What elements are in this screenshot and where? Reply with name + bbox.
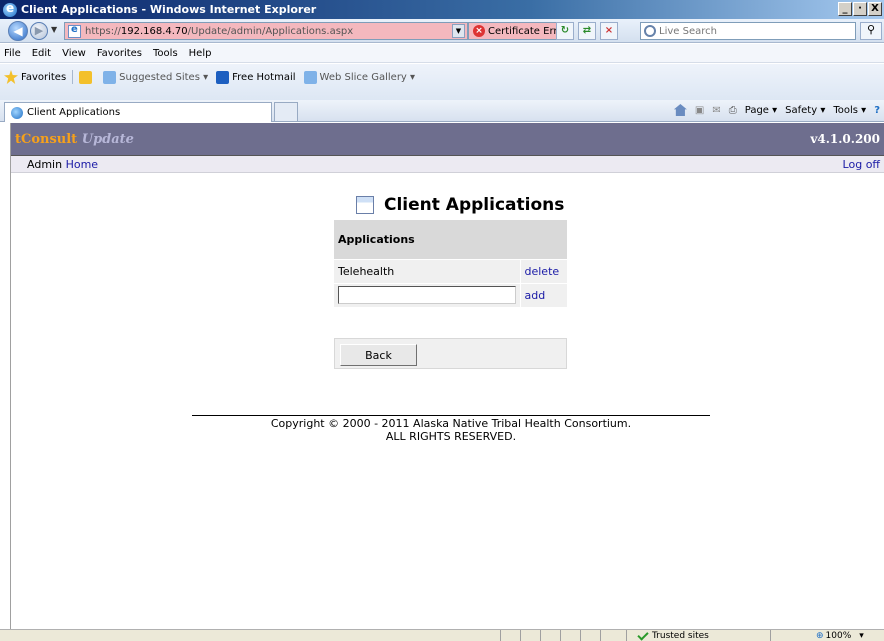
url-host: 192.168.4.70 — [120, 25, 188, 37]
window-controls: _ · X — [838, 2, 882, 16]
error-x-icon: × — [473, 25, 485, 37]
web-slice-gallery-link[interactable]: Web Slice Gallery ▾ — [303, 70, 416, 84]
window-titlebar: Client Applications - Windows Internet E… — [0, 0, 884, 19]
address-toolbar: ◀ ▶ ▼ https://192.168.4.70/Update/admin/… — [0, 19, 884, 43]
url-prefix: https:// — [85, 25, 121, 37]
applications-table: Applications Telehealth delete add — [334, 220, 567, 307]
table-row: Telehealth delete — [334, 258, 567, 283]
zoom-icon: ⊕ — [816, 631, 824, 641]
menu-bar: File Edit View Favorites Tools Help — [0, 44, 884, 63]
page-title: Client Applications — [384, 195, 565, 215]
new-application-input[interactable] — [338, 286, 516, 305]
home-icon[interactable] — [673, 104, 687, 116]
add-favorites-icon[interactable] — [79, 70, 95, 84]
tools-menu[interactable]: Tools ▾ — [833, 105, 866, 116]
copyright: Copyright © 2000 - 2011 Alaska Native Tr… — [192, 417, 710, 443]
command-bar: ▣ ✉ ⎙ Page ▾ Safety ▾ Tools ▾ ? — [673, 104, 880, 116]
zoom-level: 100% — [825, 631, 852, 641]
search-icon — [644, 25, 656, 37]
ie-page-icon — [103, 70, 117, 84]
ie-logo-icon — [3, 1, 17, 17]
suggested-sites-label: Suggested Sites ▾ — [119, 71, 209, 83]
address-dropdown-icon[interactable]: ▼ — [452, 24, 465, 38]
copyright-line-2: ALL RIGHTS RESERVED. — [385, 430, 517, 443]
maximize-button[interactable]: · — [853, 2, 867, 16]
brand-main: tConsult — [15, 131, 78, 147]
compatibility-view-icon[interactable]: ↻ — [556, 22, 574, 40]
tab-label: Client Applications — [27, 107, 121, 118]
hotmail-icon — [216, 70, 230, 84]
add-row: add — [334, 282, 567, 307]
page-content: tConsult Update v4.1.0.200 Admin Home Lo… — [10, 123, 884, 629]
new-tab-button[interactable] — [274, 102, 298, 122]
app-header: tConsult Update v4.1.0.200 — [11, 123, 884, 156]
history-dropdown-icon[interactable]: ▼ — [51, 25, 57, 34]
menu-edit[interactable]: Edit — [32, 48, 51, 59]
back-panel: Back — [334, 338, 567, 369]
free-hotmail-link[interactable]: Free Hotmail — [216, 70, 296, 84]
zoom-control[interactable]: ⊕ 100% ▾ — [816, 630, 864, 641]
app-brand: tConsult Update — [15, 132, 134, 147]
menu-favorites[interactable]: Favorites — [97, 48, 142, 59]
minimize-button[interactable]: _ — [838, 2, 852, 16]
search-go-icon[interactable]: ⚲ — [860, 22, 882, 40]
app-version: v4.1.0.200 — [810, 132, 880, 146]
back-button[interactable]: Back — [340, 344, 417, 366]
page-heading: Client Applications — [356, 195, 564, 215]
suggested-sites-link[interactable]: Suggested Sites ▾ — [103, 70, 209, 84]
tab-ie-icon — [11, 106, 23, 119]
address-bar[interactable]: https://192.168.4.70/Update/admin/Applic… — [64, 22, 468, 40]
mail-icon[interactable]: ✉ — [712, 105, 720, 116]
favorites-bar: Favorites Suggested Sites ▾ Free Hotmail… — [0, 64, 884, 100]
url-path: /Update/admin/Applications.aspx — [187, 25, 354, 37]
close-button[interactable]: X — [868, 2, 882, 16]
menu-help[interactable]: Help — [189, 48, 212, 59]
web-slice-gallery-label: Web Slice Gallery ▾ — [319, 71, 416, 83]
tab-client-applications[interactable]: Client Applications — [4, 102, 272, 122]
delete-link[interactable]: delete — [525, 265, 560, 278]
calendar-icon — [356, 196, 374, 214]
safety-menu[interactable]: Safety ▾ — [785, 105, 825, 116]
favorites-button[interactable]: Favorites — [21, 72, 66, 83]
feeds-icon[interactable]: ▣ — [695, 105, 704, 116]
copyright-line-1: Copyright © 2000 - 2011 Alaska Native Tr… — [270, 417, 632, 430]
menu-file[interactable]: File — [4, 48, 21, 59]
status-bar: Trusted sites ⊕ 100% ▾ — [0, 628, 884, 641]
print-icon[interactable]: ⎙ — [729, 105, 737, 116]
trusted-check-icon — [637, 628, 649, 641]
window-title: Client Applications - Windows Internet E… — [21, 3, 317, 16]
search-input[interactable]: Live Search — [640, 22, 856, 40]
add-to-favorites-icon — [79, 70, 93, 84]
footer-divider — [192, 415, 710, 416]
admin-label: Admin — [27, 157, 63, 171]
help-icon[interactable]: ? — [874, 105, 880, 116]
application-name: Telehealth — [334, 258, 520, 283]
menu-tools[interactable]: Tools — [153, 48, 178, 59]
security-zone[interactable]: Trusted sites — [632, 628, 709, 641]
brand-sub: Update — [81, 131, 134, 147]
logoff-link[interactable]: Log off — [843, 158, 880, 171]
forward-arrow-icon[interactable]: ▶ — [30, 22, 48, 40]
table-header: Applications — [334, 220, 567, 259]
add-link[interactable]: add — [525, 289, 546, 302]
zoom-dropdown-icon: ▾ — [859, 631, 864, 641]
refresh-icon[interactable]: ⇄ — [578, 22, 596, 40]
security-zone-label: Trusted sites — [652, 631, 709, 641]
breadcrumb: Admin Home Log off — [11, 156, 884, 173]
home-link[interactable]: Home — [66, 158, 98, 171]
page-menu[interactable]: Page ▾ — [745, 105, 777, 116]
favorites-star-icon — [4, 70, 18, 84]
ie-page-icon — [303, 70, 317, 84]
search-placeholder: Live Search — [659, 25, 717, 37]
menu-view[interactable]: View — [62, 48, 86, 59]
page-icon — [68, 24, 81, 38]
stop-icon[interactable]: × — [600, 22, 618, 40]
free-hotmail-label: Free Hotmail — [232, 71, 296, 83]
back-arrow-icon[interactable]: ◀ — [8, 21, 28, 41]
